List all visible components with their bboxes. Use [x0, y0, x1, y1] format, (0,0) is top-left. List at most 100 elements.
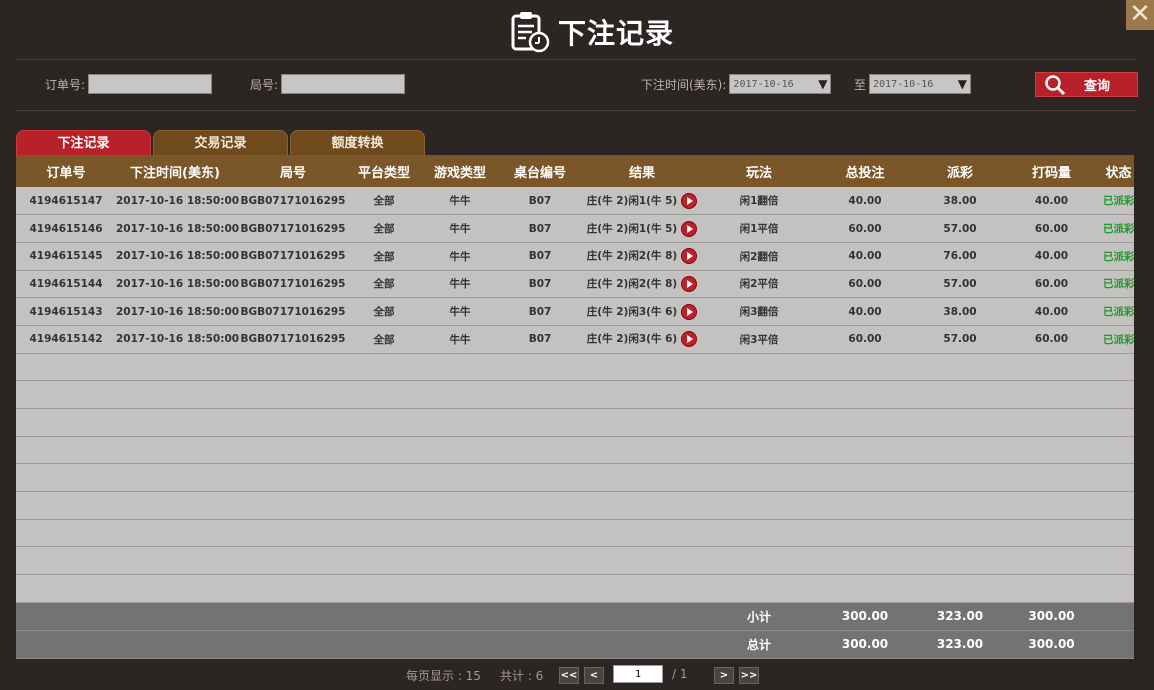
order-no-input[interactable] [88, 74, 213, 94]
total-payout: 323.00 [936, 637, 984, 652]
cell-platform: 全部 [373, 306, 395, 319]
cell-game-type: 牛牛 [449, 333, 471, 346]
cell-valid-bet: 60.00 [1034, 222, 1069, 235]
cell-payout: 57.00 [943, 333, 977, 346]
prev-page-button[interactable]: < [584, 667, 604, 684]
time-to-filter: 至 2017-10-16 ▼ [854, 74, 972, 94]
cell-platform: 全部 [373, 333, 395, 346]
play-replay-icon[interactable] [681, 192, 698, 209]
cell-bet-time: 2017-10-16 18:50:00 [116, 250, 240, 263]
cell-status: 已派彩 [1103, 333, 1135, 346]
per-page-text: 每页显示 : 15 [406, 669, 481, 683]
cell-round: BGB07171016295 [240, 250, 346, 263]
subtotal-row: 小计 300.00 323.00 300.00 [16, 602, 1134, 631]
time-filter: 下注时间(美东): 2017-10-16 ▼ [641, 74, 832, 94]
cell-bet-time: 2017-10-16 18:50:00 [116, 277, 240, 290]
cell-payout: 38.00 [943, 305, 977, 318]
col-valid-bet: 打码量 [1031, 165, 1071, 181]
table-body: 4194615147 2017-10-16 18:50:00 BGB071710… [16, 187, 1135, 603]
col-payout: 派彩 [946, 165, 973, 181]
play-replay-icon[interactable] [681, 248, 698, 265]
cell-game-type: 牛牛 [449, 250, 471, 263]
records-table-wrap: 订单号 下注时间(美东) 局号 平台类型 游戏类型 桌台编号 结果 玩法 总投注… [16, 155, 1135, 659]
cell-result: 庄(牛 2)闲2(牛 8) [576, 242, 708, 270]
clipboard-clock-icon [511, 12, 550, 53]
empty-row [16, 380, 1134, 409]
cell-total-bet: 60.00 [848, 277, 882, 290]
col-round: 局号 [279, 165, 306, 181]
cell-payout: 76.00 [943, 250, 977, 263]
divider-bottom [16, 110, 1136, 111]
cell-game-type: 牛牛 [449, 306, 471, 319]
cell-platform: 全部 [373, 223, 395, 236]
result-text: 庄(牛 2)闲2(牛 8) [586, 250, 678, 263]
tab-bet-records[interactable]: 下注记录 [16, 130, 151, 155]
round-filter: 局号: [250, 74, 406, 94]
records-table: 订单号 下注时间(美东) 局号 平台类型 游戏类型 桌台编号 结果 玩法 总投注… [16, 155, 1135, 659]
last-page-button[interactable]: >> [739, 667, 759, 684]
cell-payout: 38.00 [943, 194, 977, 207]
order-no-filter: 订单号: [45, 74, 213, 94]
cell-result: 庄(牛 2)闲1(牛 5) [576, 187, 708, 215]
cell-order-no: 4194615146 [29, 222, 103, 235]
close-button[interactable]: ✕ [1126, 0, 1154, 30]
cell-order-no: 4194615142 [29, 333, 103, 346]
cell-valid-bet: 60.00 [1034, 277, 1069, 290]
time-from-select[interactable]: 2017-10-16 ▼ [729, 74, 832, 94]
cell-order-no: 4194615144 [29, 277, 103, 290]
dropdown-arrow-icon: ▼ [957, 77, 968, 91]
cell-play-type: 闲3平倍 [739, 333, 779, 346]
cell-result: 庄(牛 2)闲3(牛 6) [576, 298, 708, 326]
cell-round: BGB07171016295 [240, 277, 346, 290]
empty-row [16, 519, 1134, 547]
next-page-button[interactable]: > [714, 667, 734, 684]
tab-transaction-records[interactable]: 交易记录 [153, 130, 288, 155]
cell-status: 已派彩 [1103, 195, 1135, 208]
table-row: 4194615142 2017-10-16 18:50:00 BGB071710… [16, 325, 1135, 354]
cell-table-no: B07 [528, 305, 552, 318]
total-count-text: 共计 : 6 [500, 669, 544, 683]
dropdown-arrow-icon: ▼ [818, 77, 828, 91]
cell-order-no: 4194615145 [29, 250, 103, 263]
search-button-label: 查询 [1084, 79, 1111, 94]
search-button[interactable]: 查询 [1035, 72, 1138, 97]
round-input[interactable] [281, 74, 406, 94]
cell-result: 庄(牛 2)闲2(牛 8) [576, 270, 708, 298]
cell-valid-bet: 40.00 [1034, 305, 1069, 318]
play-replay-icon[interactable] [681, 303, 698, 320]
cell-payout: 57.00 [943, 277, 977, 290]
result-text: 庄(牛 2)闲3(牛 6) [586, 305, 678, 318]
page-title: 下注记录 [558, 17, 675, 50]
col-bet-time: 下注时间(美东) [130, 165, 220, 181]
title-bar: 下注记录 ✕ [0, 0, 1154, 60]
result-text: 庄(牛 2)闲2(牛 8) [586, 277, 678, 290]
page-number-input[interactable] [613, 665, 663, 683]
cell-total-bet: 60.00 [848, 333, 882, 346]
cell-round: BGB07171016295 [240, 333, 346, 346]
tab-bar: 下注记录 交易记录 额度转换 [16, 130, 425, 155]
cell-table-no: B07 [528, 250, 552, 263]
play-replay-icon[interactable] [681, 220, 698, 237]
cell-result: 庄(牛 2)闲3(牛 6) [576, 325, 708, 353]
time-to-value: 2017-10-16 [873, 78, 934, 90]
cell-round: BGB07171016295 [240, 194, 346, 207]
cell-game-type: 牛牛 [449, 223, 471, 236]
cell-total-bet: 40.00 [848, 250, 882, 263]
to-label: 至 [854, 77, 867, 92]
col-result: 结果 [628, 165, 655, 181]
cell-order-no: 4194615147 [29, 194, 103, 207]
play-replay-icon[interactable] [681, 275, 698, 292]
first-page-button[interactable]: << [559, 667, 579, 684]
tab-credit-transfer[interactable]: 额度转换 [290, 130, 425, 155]
cell-status: 已派彩 [1103, 306, 1135, 319]
empty-row [16, 353, 1134, 381]
cell-total-bet: 40.00 [848, 305, 882, 318]
time-to-select[interactable]: 2017-10-16 ▼ [869, 74, 972, 94]
cell-platform: 全部 [373, 278, 395, 291]
cell-table-no: B07 [528, 277, 552, 290]
cell-platform: 全部 [373, 250, 395, 263]
play-replay-icon[interactable] [681, 331, 698, 348]
empty-row [16, 408, 1134, 437]
col-game-type: 游戏类型 [433, 165, 486, 181]
cell-play-type: 闲2平倍 [739, 278, 779, 291]
